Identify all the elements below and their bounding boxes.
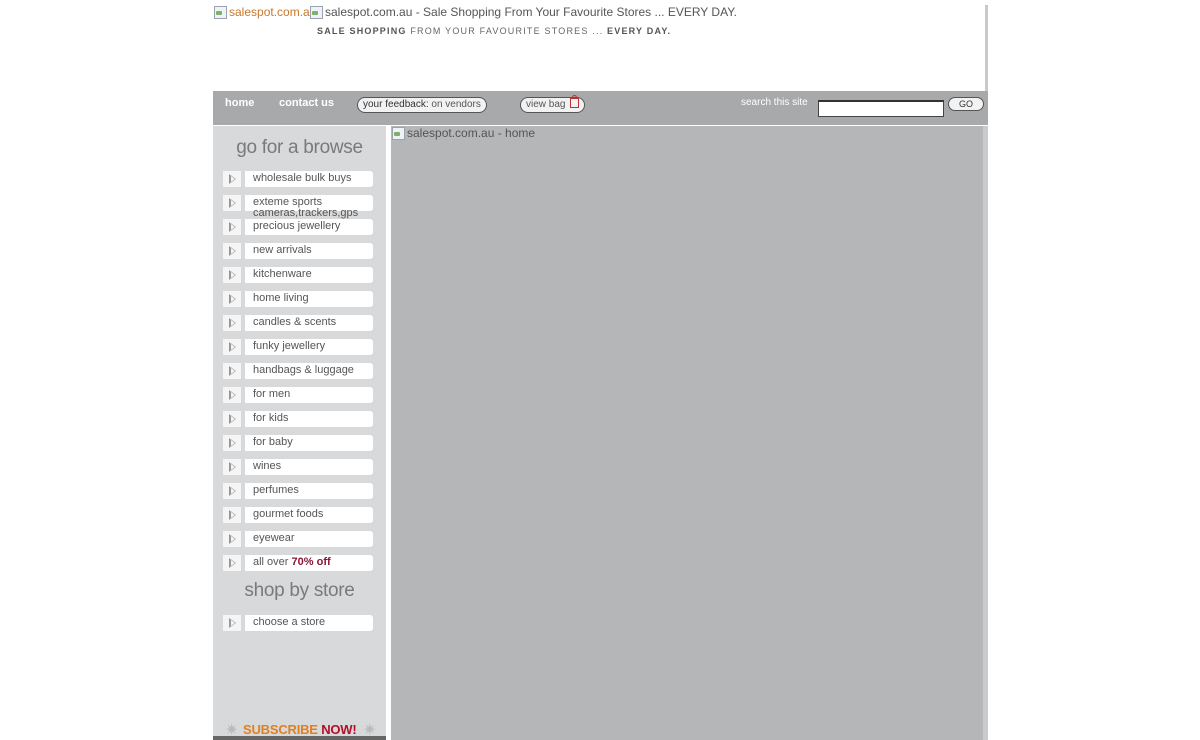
sidebar-item-gourmet-foods[interactable]: gourmet foods [223,507,373,523]
sidebar-item-for-men[interactable]: for men [223,387,373,403]
broken-image-icon [213,5,227,19]
arrow-right-icon [223,171,241,187]
header: salespot.com.au salespot.com.au - Sale S… [213,5,988,91]
sidebar-item-kitchenware[interactable]: kitchenware [223,267,373,283]
shopping-bag-icon [570,95,580,108]
sidebar-item-for-kids[interactable]: for kids [223,411,373,427]
arrow-right-icon [223,507,241,523]
header-banner-image: salespot.com.au - Sale Shopping From You… [309,5,737,19]
arrow-right-icon [223,555,241,571]
search-label: search this site [741,97,808,108]
nav-contact-link[interactable]: contact us [279,97,334,109]
feedback-vendors-button[interactable]: your feedback: on vendors [357,97,487,113]
browse-heading: go for a browse [236,137,363,158]
search-go-button[interactable]: GO [948,97,984,111]
sale-highlight: 70% off [291,556,331,568]
logo-alt-text: salespot.com.au [229,5,317,19]
sidebar-item-handbags-luggage[interactable]: handbags & luggage [223,363,373,379]
sidebar-item-candles-scents[interactable]: candles & scents [223,315,373,331]
arrow-right-icon [223,435,241,451]
sidebar-item-for-baby[interactable]: for baby [223,435,373,451]
subscribe-bar [213,736,386,740]
sidebar-item-perfumes[interactable]: perfumes [223,483,373,499]
arrow-right-icon [223,387,241,403]
arrow-right-icon [223,243,241,259]
arrow-right-icon [223,339,241,355]
arrow-right-icon [223,483,241,499]
sidebar-item-wines[interactable]: wines [223,459,373,475]
sidebar-item-sale-70-off[interactable]: all over 70% off [223,555,373,571]
arrow-right-icon [223,531,241,547]
home-hero-image: salespot.com.au - home [391,126,535,140]
sidebar-item-home-living[interactable]: home living [223,291,373,307]
sidebar-item-eyewear[interactable]: eyewear [223,531,373,547]
arrow-right-icon [223,291,241,307]
sidebar-item-choose-store[interactable]: choose a store [223,615,373,631]
sidebar-item-subtitle: cameras,trackers,gps [253,207,359,219]
arrow-right-icon [223,363,241,379]
site-tagline: SALE SHOPPING FROM YOUR FAVOURITE STORES… [317,26,672,36]
broken-image-icon [391,126,405,140]
arrow-right-icon [223,459,241,475]
view-bag-button[interactable]: view bag [520,95,586,113]
site-logo[interactable]: salespot.com.au [213,5,316,19]
banner-alt-text: salespot.com.au - Sale Shopping From You… [325,5,737,19]
main-content: salespot.com.au - home [391,126,983,740]
arrow-right-icon [223,315,241,331]
broken-image-icon [309,5,323,19]
sidebar-item-funky-jewellery[interactable]: funky jewellery [223,339,373,355]
sidebar-item-new-arrivals[interactable]: new arrivals [223,243,373,259]
sidebar-item-wholesale-bulk-buys[interactable]: wholesale bulk buys [223,171,373,187]
arrow-right-icon [223,615,241,631]
sidebar-item-exteme-sports[interactable]: exteme sports cameras,trackers,gps [223,195,373,219]
arrow-right-icon [223,411,241,427]
subscribe-banner[interactable]: ✷ SUBSCRIBE NOW! ✷ [213,720,386,740]
sidebar: go for a browse wholesale bulk buys exte… [213,126,386,740]
arrow-right-icon [223,219,241,235]
nav-home-link[interactable]: home [225,97,254,109]
arrow-right-icon [223,267,241,283]
arrow-right-icon [223,195,241,211]
hero-alt-text: salespot.com.au - home [407,126,536,140]
store-heading: shop by store [244,580,355,601]
main-edge [983,126,988,740]
top-nav-bar: home contact us your feedback: on vendor… [213,91,988,125]
header-edge [985,5,988,91]
search-input[interactable] [818,100,944,117]
sidebar-item-precious-jewellery[interactable]: precious jewellery [223,219,373,235]
